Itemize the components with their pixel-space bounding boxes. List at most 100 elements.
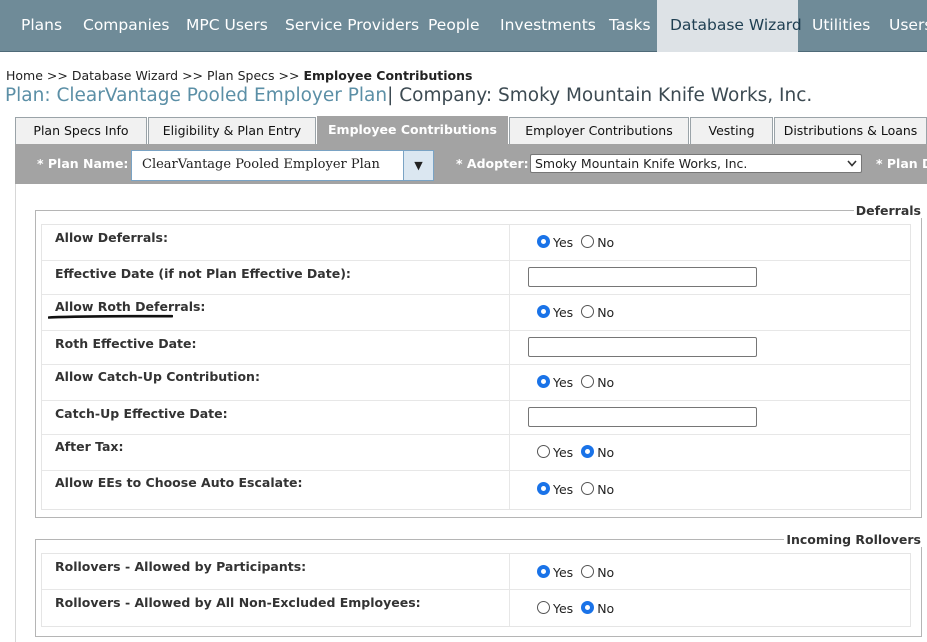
nav-companies-label: Companies bbox=[83, 16, 170, 34]
allow-roth-yes-radio[interactable] bbox=[537, 305, 550, 318]
allow-deferrals-yes-radio[interactable] bbox=[537, 235, 550, 248]
yes-label: Yes bbox=[553, 375, 574, 390]
tab-bar: Plan Specs Info Eligibility & Plan Entry… bbox=[15, 116, 927, 144]
no-label: No bbox=[597, 375, 615, 390]
tab-distributions-loans[interactable]: Distributions & Loans bbox=[774, 117, 927, 144]
auto-escalate-yes-radio[interactable] bbox=[537, 482, 550, 495]
tab-vesting[interactable]: Vesting bbox=[690, 117, 773, 144]
rollovers-participants-yes-radio[interactable] bbox=[537, 565, 550, 578]
nav-plans-label: Plans bbox=[21, 16, 63, 34]
allow-deferrals-radios: Yes No bbox=[537, 235, 622, 250]
nav-tasks-label: Tasks bbox=[609, 16, 651, 34]
nav-service-providers[interactable]: Service Providers bbox=[272, 0, 420, 52]
allow-roth-deferrals-label: Allow Roth Deferrals: bbox=[55, 299, 206, 314]
no-label: No bbox=[597, 305, 615, 320]
nav-people[interactable]: People bbox=[416, 0, 486, 52]
deferrals-legend: Deferrals bbox=[853, 203, 923, 218]
nav-database-wizard[interactable]: Database Wizard bbox=[657, 0, 802, 52]
rollovers-grid: Rollovers - Allowed by Participants: Yes… bbox=[41, 553, 911, 627]
plan-d-label: * Plan D bbox=[876, 156, 927, 171]
nav-people-label: People bbox=[428, 16, 480, 34]
table-row: After Tax: Yes No bbox=[42, 435, 910, 471]
plan-name-label: * Plan Name: bbox=[37, 156, 129, 171]
company-title: | Company: Smoky Mountain Knife Works, I… bbox=[387, 85, 813, 106]
tab-employee-contributions[interactable]: Employee Contributions bbox=[317, 116, 508, 144]
no-label: No bbox=[597, 235, 615, 250]
auto-escalate-no-radio[interactable] bbox=[581, 482, 595, 495]
yes-label: Yes bbox=[553, 601, 574, 616]
after-tax-yes-radio[interactable] bbox=[537, 445, 550, 458]
deferrals-grid: Allow Deferrals: Yes No Effective Date (i… bbox=[41, 224, 911, 510]
deferrals-section: Deferrals Allow Deferrals: Yes No Effecti… bbox=[35, 203, 923, 518]
auto-escalate-radios: Yes No bbox=[537, 482, 622, 497]
chevron-down-icon bbox=[847, 160, 857, 167]
no-label: No bbox=[597, 482, 615, 497]
plan-name-combobox[interactable]: ClearVantage Pooled Employer Plan ▼ bbox=[131, 150, 434, 181]
tab-employer-contributions[interactable]: Employer Contributions bbox=[509, 117, 689, 144]
allow-catch-up-label: Allow Catch-Up Contribution: bbox=[55, 369, 260, 384]
breadcrumb-database-wizard[interactable]: Database Wizard bbox=[72, 68, 178, 83]
allow-deferrals-no-radio[interactable] bbox=[581, 235, 595, 248]
nav-mpc-users[interactable]: MPC Users bbox=[172, 0, 272, 52]
breadcrumb-separator: >> bbox=[182, 68, 204, 83]
allow-catch-up-no-radio[interactable] bbox=[581, 375, 595, 388]
rollovers-participants-label: Rollovers - Allowed by Participants: bbox=[55, 559, 307, 574]
yes-label: Yes bbox=[553, 482, 574, 497]
allow-roth-no-radio[interactable] bbox=[581, 305, 595, 318]
after-tax-radios: Yes No bbox=[537, 445, 622, 460]
table-row: Rollovers - Allowed by All Non-Excluded … bbox=[42, 590, 910, 626]
table-row: Roth Effective Date: bbox=[42, 331, 910, 365]
nav-service-providers-label: Service Providers bbox=[285, 16, 420, 34]
hand-drawn-underline bbox=[48, 314, 173, 319]
rollovers-participants-radios: Yes No bbox=[537, 565, 622, 580]
breadcrumb-current: Employee Contributions bbox=[303, 68, 473, 83]
breadcrumb-home[interactable]: Home bbox=[6, 68, 43, 83]
rollovers-non-excluded-label: Rollovers - Allowed by All Non-Excluded … bbox=[55, 595, 421, 610]
filter-bar: * Plan Name: ClearVantage Pooled Employe… bbox=[15, 144, 927, 184]
no-label: No bbox=[597, 601, 615, 616]
effective-date-input[interactable] bbox=[528, 267, 757, 287]
adopter-value: Smoky Mountain Knife Works, Inc. bbox=[535, 156, 748, 171]
rollovers-participants-no-radio[interactable] bbox=[581, 565, 595, 578]
breadcrumb: Home >> Database Wizard >> Plan Specs >>… bbox=[6, 68, 472, 83]
breadcrumb-plan-specs[interactable]: Plan Specs bbox=[207, 68, 275, 83]
incoming-rollovers-legend: Incoming Rollovers bbox=[784, 532, 923, 547]
nav-plans[interactable]: Plans bbox=[0, 0, 77, 52]
allow-deferrals-label: Allow Deferrals: bbox=[55, 230, 168, 245]
catch-up-effective-date-input[interactable] bbox=[528, 407, 757, 427]
allow-catch-up-radios: Yes No bbox=[537, 375, 622, 390]
table-row: Effective Date (if not Plan Effective Da… bbox=[42, 261, 910, 295]
table-row: Allow Catch-Up Contribution: Yes No bbox=[42, 365, 910, 401]
rollovers-non-excluded-yes-radio[interactable] bbox=[537, 601, 550, 614]
yes-label: Yes bbox=[553, 565, 574, 580]
table-row: Allow Deferrals: Yes No bbox=[42, 225, 910, 261]
nav-utilities[interactable]: Utilities bbox=[798, 0, 876, 52]
after-tax-label: After Tax: bbox=[55, 439, 124, 454]
after-tax-no-radio[interactable] bbox=[581, 445, 595, 458]
table-row: Rollovers - Allowed by Participants: Yes… bbox=[42, 554, 910, 590]
nav-users[interactable]: Users bbox=[876, 0, 927, 52]
no-label: No bbox=[597, 565, 615, 580]
yes-label: Yes bbox=[553, 235, 574, 250]
nav-companies[interactable]: Companies bbox=[77, 0, 172, 52]
nav-investments[interactable]: Investments bbox=[486, 0, 596, 52]
roth-effective-date-label: Roth Effective Date: bbox=[55, 336, 197, 351]
effective-date-label: Effective Date (if not Plan Effective Da… bbox=[55, 266, 351, 281]
nav-mpc-users-label: MPC Users bbox=[186, 16, 268, 34]
tab-plan-specs-info[interactable]: Plan Specs Info bbox=[15, 117, 147, 144]
auto-escalate-label: Allow EEs to Choose Auto Escalate: bbox=[55, 475, 303, 490]
adopter-select[interactable]: Smoky Mountain Knife Works, Inc. bbox=[530, 154, 862, 173]
nav-database-wizard-label: Database Wizard bbox=[670, 16, 802, 34]
allow-catch-up-yes-radio[interactable] bbox=[537, 375, 550, 388]
nav-tasks[interactable]: Tasks bbox=[596, 0, 656, 52]
yes-label: Yes bbox=[553, 305, 574, 320]
roth-effective-date-input[interactable] bbox=[528, 337, 757, 357]
rollovers-non-excluded-no-radio[interactable] bbox=[581, 601, 595, 614]
rollovers-non-excluded-radios: Yes No bbox=[537, 601, 622, 616]
tab-eligibility-plan-entry[interactable]: Eligibility & Plan Entry bbox=[148, 117, 316, 144]
allow-roth-deferrals-radios: Yes No bbox=[537, 305, 622, 320]
no-label: No bbox=[597, 445, 615, 460]
nav-users-label: Users bbox=[889, 16, 927, 34]
yes-label: Yes bbox=[553, 445, 574, 460]
chevron-down-icon[interactable]: ▼ bbox=[403, 151, 433, 180]
